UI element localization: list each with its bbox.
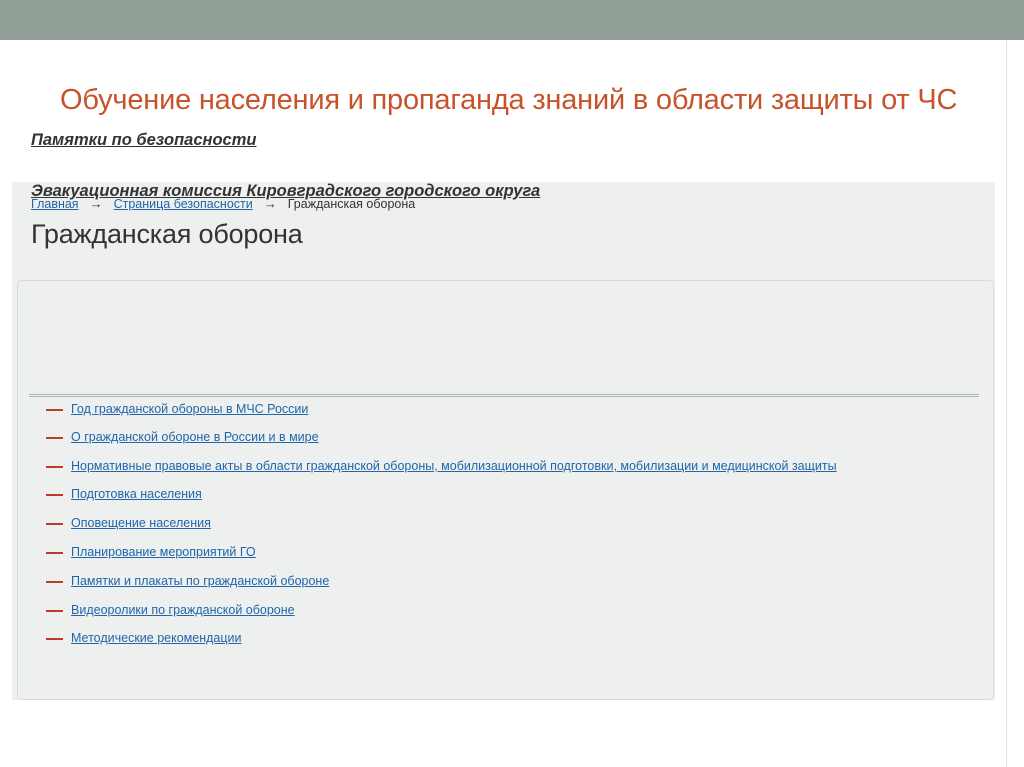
section-divider (29, 394, 979, 397)
sub-link-population-alert[interactable]: Оповещение населения (71, 516, 211, 530)
sub-link-go-planning[interactable]: Планирование мероприятий ГО (71, 545, 256, 559)
sub-link-legal-acts[interactable]: Нормативные правовые акты в области граж… (71, 459, 837, 473)
sub-link-list: Год гражданской обороны в МЧС России О г… (28, 400, 968, 648)
list-item: Методические рекомендации (28, 629, 968, 648)
top-bar (0, 0, 1024, 40)
list-item: Памятки и плакаты по гражданской обороне (28, 572, 968, 591)
list-item: Оповещение населения (28, 514, 968, 533)
dash-bullet-icon (46, 552, 63, 554)
safety-memos-link[interactable]: Памятки по безопасности (31, 131, 256, 150)
sub-link-civil-defense-world[interactable]: О гражданской обороне в России и в мире (71, 430, 319, 444)
sub-link-population-training[interactable]: Подготовка населения (71, 487, 202, 501)
sub-link-methodical-recommendations[interactable]: Методические рекомендации (71, 631, 242, 645)
page-heading: Гражданская оборона (31, 219, 303, 249)
dash-bullet-icon (46, 409, 63, 411)
list-item: Видеоролики по гражданской обороне (28, 601, 968, 620)
dash-bullet-icon (46, 466, 63, 468)
list-item: Планирование мероприятий ГО (28, 543, 968, 562)
dash-bullet-icon (46, 523, 63, 525)
dash-bullet-icon (46, 638, 63, 640)
sub-link-year-civil-defense[interactable]: Год гражданской обороны в МЧС России (71, 402, 308, 416)
list-item: Нормативные правовые акты в области граж… (28, 457, 968, 476)
list-item: Год гражданской обороны в МЧС России (28, 400, 968, 419)
list-item: О гражданской обороне в России и в мире (28, 428, 968, 447)
list-item: Подготовка населения (28, 485, 968, 504)
evacuation-commission-link[interactable]: Эвакуационная комиссия Кировградского го… (31, 182, 540, 201)
sub-link-videos[interactable]: Видеоролики по гражданской обороне (71, 603, 295, 617)
dash-bullet-icon (46, 610, 63, 612)
sub-link-memos-posters[interactable]: Памятки и плакаты по гражданской обороне (71, 574, 329, 588)
dash-bullet-icon (46, 437, 63, 439)
dash-bullet-icon (46, 494, 63, 496)
slide-edge-rule (1006, 40, 1007, 767)
dash-bullet-icon (46, 581, 63, 583)
slide-title: Обучение населения и пропаганда знаний в… (60, 84, 958, 116)
